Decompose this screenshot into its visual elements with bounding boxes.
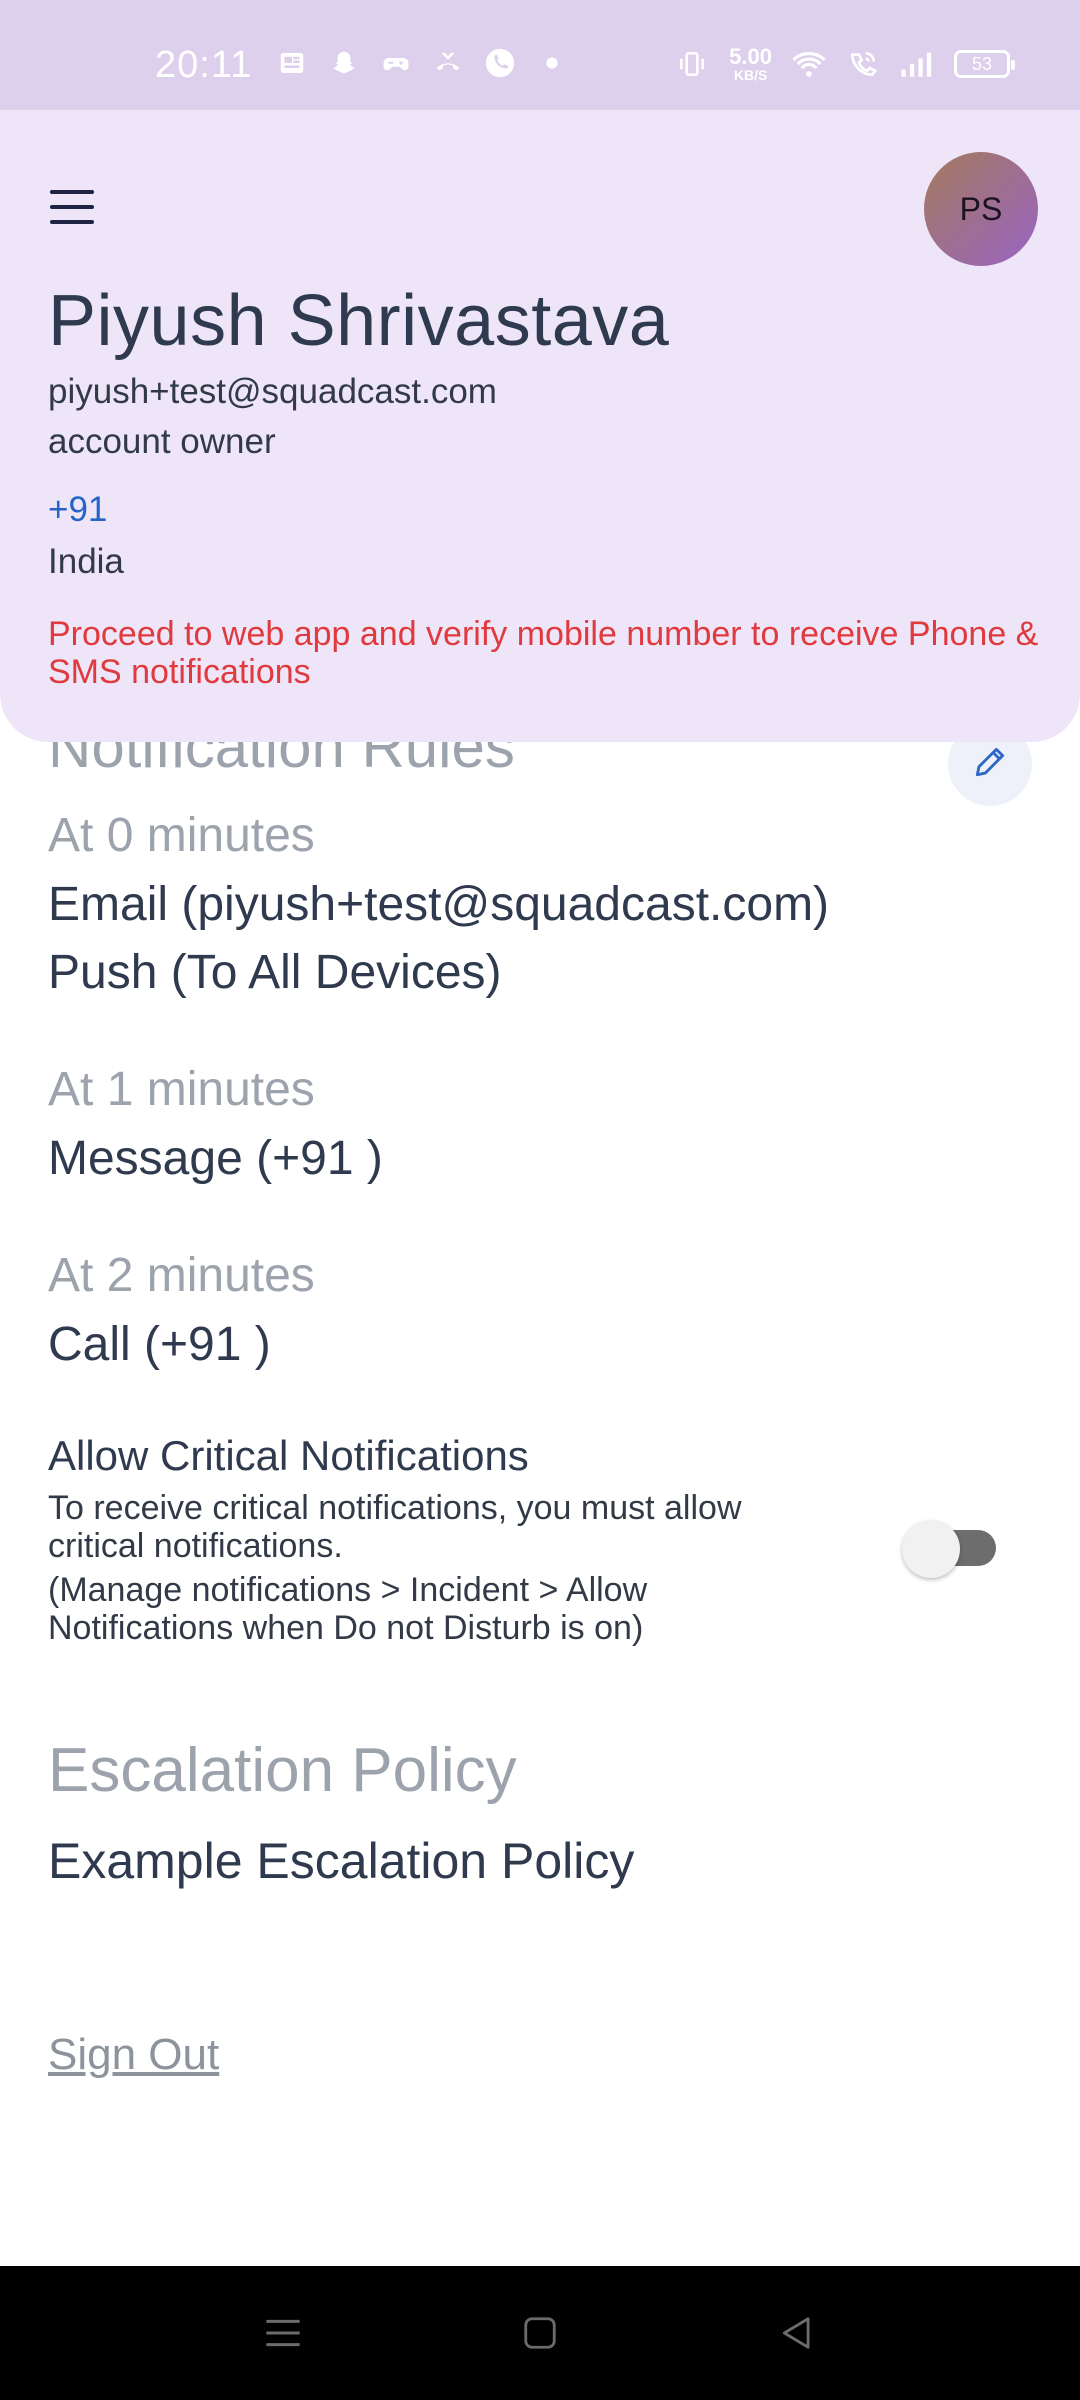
hamburger-menu-icon[interactable] xyxy=(50,190,94,224)
recent-apps-icon[interactable] xyxy=(258,2308,308,2358)
vibrate-icon xyxy=(675,47,709,81)
back-icon[interactable] xyxy=(772,2308,822,2358)
rule-time: At 0 minutes xyxy=(48,809,315,862)
critical-notifications-title: Allow Critical Notifications xyxy=(48,1432,529,1479)
toggle-thumb xyxy=(902,1520,960,1578)
critical-notifications-description: To receive critical notifications, you m… xyxy=(48,1489,742,1565)
wifi-calling-icon xyxy=(846,47,880,81)
wifi-icon xyxy=(792,47,826,81)
profile-phone: +91 xyxy=(48,490,108,529)
status-bar: 20:11 5.00 KB/S 53 xyxy=(0,0,1080,110)
escalation-policy-value: Example Escalation Policy xyxy=(48,1833,635,1889)
profile-country: India xyxy=(48,542,124,581)
critical-notifications-instructions: (Manage notifications > Incident > Allow… xyxy=(48,1571,648,1647)
critical-notifications-toggle[interactable] xyxy=(902,1520,998,1578)
profile-role: account owner xyxy=(48,422,276,461)
signal-icon xyxy=(900,47,934,81)
news-icon xyxy=(275,46,309,80)
rule-channel: Email (piyush+test@squadcast.com) xyxy=(48,878,830,931)
missed-call-icon xyxy=(431,46,465,80)
network-speed: 5.00 KB/S xyxy=(729,44,772,83)
verify-phone-warning: Proceed to web app and verify mobile num… xyxy=(48,615,1039,691)
rule-time: At 1 minutes xyxy=(48,1063,315,1116)
navigation-bar xyxy=(0,2266,1080,2400)
battery-icon: 53 xyxy=(954,50,1015,78)
rule-time: At 2 minutes xyxy=(48,1249,315,1302)
rule-channel: Message (+91 ) xyxy=(48,1132,383,1185)
profile-header: PS Piyush Shrivastava piyush+test@squadc… xyxy=(0,110,1080,742)
game-controller-icon xyxy=(379,46,413,80)
escalation-policy-title: Escalation Policy xyxy=(48,1736,517,1805)
pencil-icon xyxy=(971,743,1009,786)
profile-email: piyush+test@squadcast.com xyxy=(48,372,497,411)
whatsapp-icon xyxy=(483,46,517,80)
home-icon[interactable] xyxy=(515,2308,565,2358)
avatar[interactable]: PS xyxy=(924,152,1038,266)
status-time: 20:11 xyxy=(155,44,253,86)
system-icons: 5.00 KB/S 53 xyxy=(675,44,1015,83)
notification-icons xyxy=(275,46,569,80)
sign-out-link[interactable]: Sign Out xyxy=(48,2030,219,2080)
rule-channel: Push (To All Devices) xyxy=(48,946,502,999)
network-speed-value: 5.00 xyxy=(729,44,772,69)
rule-channel: Call (+91 ) xyxy=(48,1318,271,1371)
network-speed-unit: KB/S xyxy=(733,67,768,83)
more-notifications-dot-icon xyxy=(535,46,569,80)
profile-name: Piyush Shrivastava xyxy=(48,281,670,361)
snapchat-icon xyxy=(327,46,361,80)
profile-screen: 20:11 5.00 KB/S 53 PS Piyush Shrivastava… xyxy=(0,0,1080,2400)
